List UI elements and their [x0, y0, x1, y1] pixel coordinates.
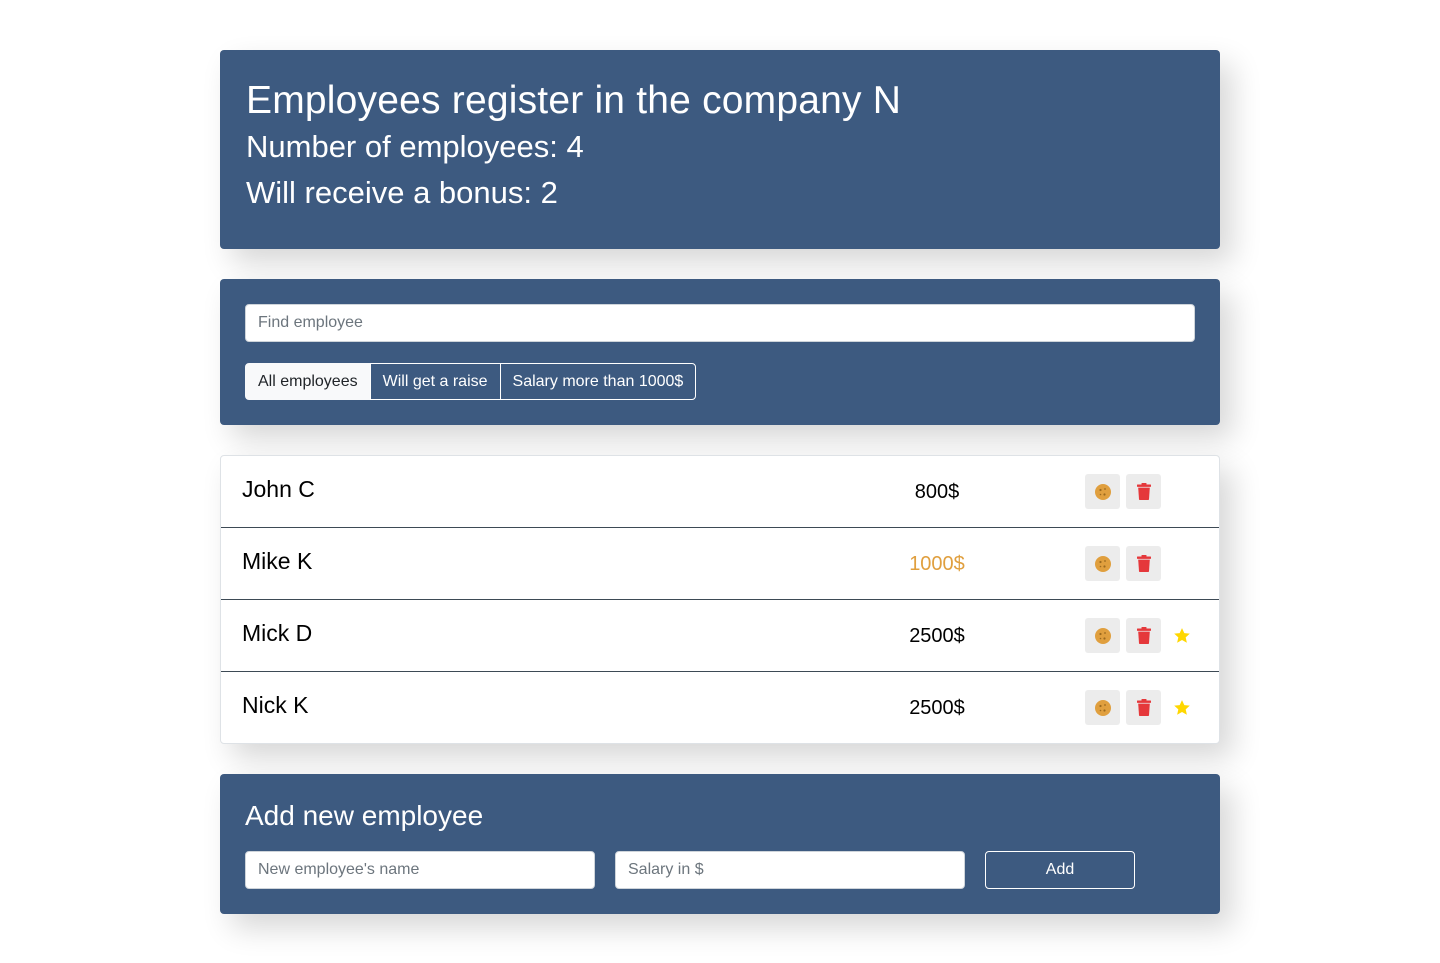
cookie-icon	[1094, 483, 1111, 500]
trash-icon	[1136, 483, 1151, 500]
employee-name[interactable]: John C	[242, 475, 315, 503]
employee-actions	[1085, 618, 1191, 653]
add-button[interactable]: Add	[985, 851, 1135, 889]
cookie-icon	[1094, 699, 1111, 716]
delete-button[interactable]	[1126, 474, 1161, 509]
app-info-panel: Employees register in the company N Numb…	[220, 50, 1220, 249]
cookie-icon	[1094, 627, 1111, 644]
employee-row: Mick D 2500$	[221, 600, 1219, 672]
employee-name[interactable]: Nick K	[242, 691, 308, 719]
employees-list: John C 800$ Mike K 1000$ Mick D 2500$ Ni…	[220, 455, 1220, 744]
cookie-icon	[1094, 555, 1111, 572]
filter-group: All employees Will get a raise Salary mo…	[245, 363, 1195, 400]
new-employee-name-input[interactable]	[245, 851, 595, 889]
employee-salary[interactable]: 800$	[837, 479, 1037, 505]
search-panel: All employees Will get a raise Salary mo…	[220, 279, 1220, 425]
star-indicator	[1173, 699, 1191, 717]
cookie-button[interactable]	[1085, 546, 1120, 581]
star-icon	[1174, 699, 1190, 715]
trash-icon	[1136, 627, 1151, 644]
employee-actions	[1085, 474, 1167, 509]
cookie-button[interactable]	[1085, 474, 1120, 509]
employee-salary[interactable]: 2500$	[837, 695, 1037, 721]
page-title: Employees register in the company N	[246, 79, 902, 122]
filter-raise-button[interactable]: Will get a raise	[369, 363, 501, 400]
employee-actions	[1085, 690, 1191, 725]
filter-all-button[interactable]: All employees	[245, 363, 371, 400]
employee-actions	[1085, 546, 1167, 581]
search-input[interactable]	[245, 304, 1195, 342]
delete-button[interactable]	[1126, 690, 1161, 725]
cookie-button[interactable]	[1085, 618, 1120, 653]
employee-row: John C 800$	[221, 456, 1219, 528]
trash-icon	[1136, 555, 1151, 572]
employee-name[interactable]: Mick D	[242, 619, 312, 647]
filter-salary-button[interactable]: Salary more than 1000$	[499, 363, 697, 400]
add-form-title: Add new employee	[245, 800, 484, 831]
employee-salary[interactable]: 2500$	[837, 623, 1037, 649]
trash-icon	[1136, 699, 1151, 716]
employee-salary[interactable]: 1000$	[837, 551, 1037, 577]
employee-row: Nick K 2500$	[221, 672, 1219, 743]
cookie-button[interactable]	[1085, 690, 1120, 725]
employee-name[interactable]: Mike K	[242, 547, 312, 575]
add-employee-form: Add	[245, 851, 1195, 889]
bonus-count: Will receive a bonus: 2	[246, 175, 558, 210]
employees-count: Number of employees: 4	[246, 129, 584, 164]
delete-button[interactable]	[1126, 618, 1161, 653]
add-employee-panel: Add new employee Add	[220, 774, 1220, 914]
app: Employees register in the company N Numb…	[220, 50, 1220, 914]
new-employee-salary-input[interactable]	[615, 851, 965, 889]
employee-row: Mike K 1000$	[221, 528, 1219, 600]
delete-button[interactable]	[1126, 546, 1161, 581]
star-icon	[1174, 627, 1190, 643]
star-indicator	[1173, 627, 1191, 645]
